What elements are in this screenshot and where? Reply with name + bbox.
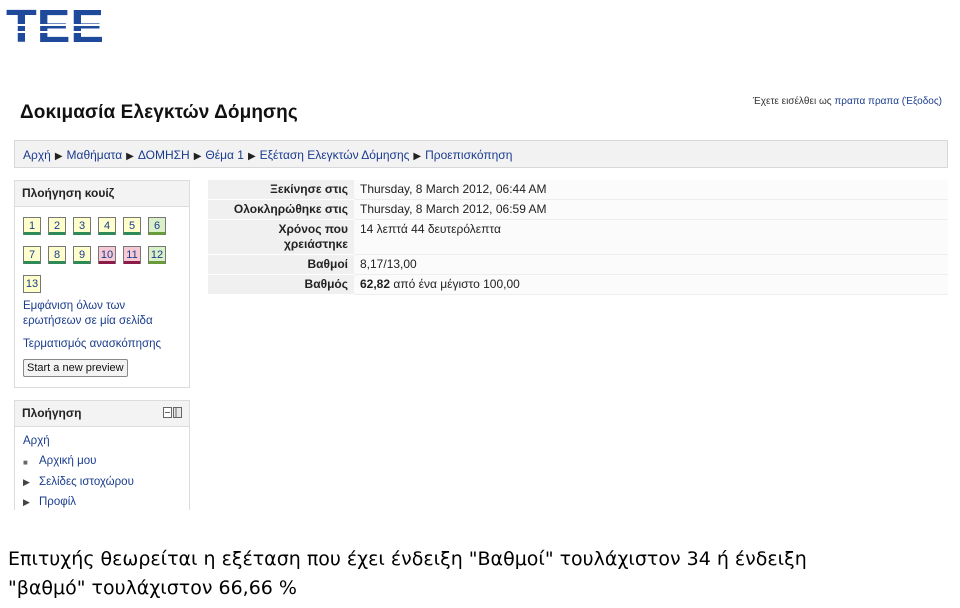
- breadcrumb-quiz[interactable]: Εξέταση Ελεγκτών Δόμησης: [260, 148, 410, 162]
- show-all-questions-link[interactable]: Εμφάνιση όλων των ερωτήσεων σε μία σελίδ…: [23, 299, 153, 329]
- moodle-screenshot: Δοκιμασία Ελεγκτών Δόμησης Έχετε εισέλθε…: [6, 86, 956, 510]
- expand-arrow-icon[interactable]: ▶: [23, 497, 30, 508]
- start-new-preview-button[interactable]: Start a new preview: [23, 359, 128, 377]
- quiz-navigation-title: Πλοήγηση κουίζ: [15, 181, 189, 207]
- breadcrumb-separator-icon: ▶: [247, 151, 256, 162]
- caption: Επιτυχής θεωρείται η εξέταση που έχει έν…: [8, 545, 958, 603]
- navigation-block-header: Πλοήγηση: [15, 401, 189, 427]
- question-button-10[interactable]: 10: [98, 246, 116, 264]
- logo-stripe: [6, 31, 106, 33]
- question-button-9[interactable]: 9: [73, 246, 91, 264]
- user-profile-link[interactable]: πραπα πραπα: [834, 96, 899, 107]
- question-button-7[interactable]: 7: [23, 246, 41, 264]
- grade-suffix: από ένα μέγιστο 100,00: [393, 277, 520, 291]
- expand-arrow-icon[interactable]: ▶: [23, 477, 30, 488]
- marks-label: Βαθμοί: [208, 254, 354, 275]
- table-row: Βαθμός 62,82 από ένα μέγιστο 100,00: [208, 274, 948, 295]
- grade-value: 62,82: [360, 277, 391, 291]
- question-button-12[interactable]: 12: [148, 246, 166, 264]
- site-title: Δοκιμασία Ελεγκτών Δόμησης: [20, 102, 298, 123]
- login-info: Έχετε εισέλθει ως πραπα πραπα (Έξοδος): [753, 96, 942, 107]
- breadcrumb-home[interactable]: Αρχή: [23, 148, 51, 162]
- navigation-block: Πλοήγηση Αρχή ■ Αρχική μου ▶ Σελίδες ιστ…: [14, 400, 190, 510]
- time-label-line-2: χρειάστηκε: [283, 237, 348, 251]
- finish-review-link[interactable]: Τερματισμός ανασκόπησης: [23, 337, 161, 352]
- table-row: Ολοκληρώθηκε στις Thursday, 8 March 2012…: [208, 199, 948, 220]
- question-button-6[interactable]: 6: [148, 217, 166, 235]
- question-button-4[interactable]: 4: [98, 217, 116, 235]
- question-button-8[interactable]: 8: [48, 246, 66, 264]
- time-taken-label: Χρόνος που χρειάστηκε: [208, 219, 354, 255]
- started-label: Ξεκίνησε στις: [208, 180, 354, 200]
- nav-my-home-link[interactable]: Αρχική μου: [39, 455, 96, 467]
- tee-logo: TEE: [6, 0, 106, 52]
- completed-value: Thursday, 8 March 2012, 06:59 AM: [354, 199, 948, 220]
- grade-value-cell: 62,82 από ένα μέγιστο 100,00: [354, 274, 948, 295]
- time-taken-value: 14 λεπτά 44 δευτερόλεπτα: [354, 219, 948, 255]
- question-button-13[interactable]: 13: [23, 275, 41, 293]
- attempt-summary-table: Ξεκίνησε στις Thursday, 8 March 2012, 06…: [208, 180, 948, 295]
- marks-value: 8,17/13,00: [354, 254, 948, 275]
- navigation-title: Πλοήγηση: [22, 406, 82, 420]
- question-button-5[interactable]: 5: [123, 217, 141, 235]
- breadcrumb: Αρχή ▶ Μαθήματα ▶ ΔΟΜΗΣΗ ▶ Θέμα 1 ▶ Εξέταση Ελεγ…: [23, 148, 512, 162]
- quiz-navigation-block: Πλοήγηση κουίζ 1 2 3 4 5 6 7 8 9 10 11 12 13 Εμφάνισ…: [14, 180, 190, 388]
- breadcrumb-separator-icon: ▶: [126, 151, 134, 162]
- navbar: Αρχή ▶ Μαθήματα ▶ ΔΟΜΗΣΗ ▶ Θέμα 1 ▶ Εξέταση Ελεγ…: [14, 140, 948, 168]
- question-button-11[interactable]: 11: [123, 246, 141, 264]
- breadcrumb-separator-icon: ▶: [193, 151, 202, 162]
- bullet-icon: ■: [23, 458, 28, 467]
- show-all-line-2: ερωτήσεων σε μία σελίδα: [23, 315, 153, 327]
- breadcrumb-course[interactable]: ΔΟΜΗΣΗ: [138, 148, 190, 162]
- show-all-line-1: Εμφάνιση όλων των: [23, 300, 126, 312]
- page-header: Δοκιμασία Ελεγκτών Δόμησης Έχετε εισέλθε…: [6, 86, 956, 132]
- grade-label: Βαθμός: [208, 274, 354, 295]
- login-prefix: Έχετε εισέλθει ως: [752, 96, 832, 107]
- table-row: Βαθμοί 8,17/13,00: [208, 254, 948, 275]
- breadcrumb-separator-icon: ▶: [413, 151, 422, 162]
- completed-label: Ολοκληρώθηκε στις: [208, 199, 354, 220]
- breadcrumb-separator-icon: ▶: [54, 151, 63, 162]
- caption-line-1: Επιτυχής θεωρείται η εξέταση που έχει έν…: [8, 548, 807, 570]
- breadcrumb-courses[interactable]: Μαθήματα: [67, 148, 123, 162]
- question-button-1[interactable]: 1: [23, 217, 41, 235]
- table-row: Χρόνος που χρειάστηκε 14 λεπτά 44 δευτερό…: [208, 219, 948, 255]
- logo-stripe: [6, 24, 106, 26]
- breadcrumb-topic[interactable]: Θέμα 1: [205, 148, 244, 162]
- nav-site-pages[interactable]: Σελίδες ιστοχώρου: [39, 476, 134, 488]
- question-button-2[interactable]: 2: [48, 217, 66, 235]
- time-label-line-1: Χρόνος που: [278, 222, 348, 236]
- nav-profile[interactable]: Προφίλ: [39, 496, 76, 508]
- logout-link[interactable]: (Έξοδος): [902, 96, 942, 107]
- caption-line-2: "βαθμό" τουλάχιστον 66,66 %: [8, 577, 297, 599]
- tee-logo-graphic: TEE: [6, 0, 106, 52]
- dock-block-icon[interactable]: [163, 407, 183, 419]
- breadcrumb-preview[interactable]: Προεπισκόπηση: [425, 148, 512, 162]
- nav-home-link[interactable]: Αρχή: [23, 435, 50, 447]
- table-row: Ξεκίνησε στις Thursday, 8 March 2012, 06…: [208, 180, 948, 200]
- started-value: Thursday, 8 March 2012, 06:44 AM: [354, 180, 948, 200]
- question-button-3[interactable]: 3: [73, 217, 91, 235]
